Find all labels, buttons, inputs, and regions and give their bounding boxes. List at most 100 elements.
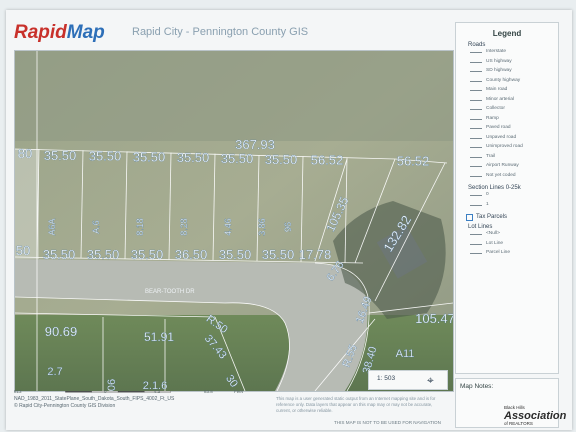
legend-road-item-0: Interstate [456, 48, 558, 58]
map-notes-title: Map Notes: [460, 383, 494, 390]
legend-road-item-4: Main road [456, 86, 558, 96]
legend-section-list: 01 [456, 191, 558, 210]
realtor-watermark: Black Hills Association of REALTORS [504, 404, 566, 428]
legend-road-item-swatch-icon [470, 166, 482, 167]
legend-road-item-label: Paved road [486, 125, 511, 130]
legend-tax-parcels[interactable]: Tax Parcels [466, 214, 558, 221]
copyright-text: © Rapid City-Pennington County GIS Divis… [14, 403, 116, 409]
legend-road-item-swatch-icon [470, 175, 482, 177]
legend-panel: Legend Roads Interstate US highway SD high… [455, 22, 559, 374]
legend-road-item-label: Collector [486, 106, 505, 111]
dim-bottom-3: 35.50 [131, 247, 164, 262]
legend-lot-item-2: Parcel Line [456, 249, 558, 259]
logo-red-text: Rapid [14, 22, 67, 43]
upper-field [15, 51, 453, 141]
legend-road-item-swatch-icon [470, 52, 482, 53]
dim-bottom-6: 35.50 [262, 247, 295, 262]
legend-section-item-1: 1 [456, 201, 558, 211]
scale-ratio: 1: 503 [377, 375, 396, 382]
legend-section-item-swatch-icon [470, 195, 482, 196]
logo-blue-text: Map [66, 22, 105, 43]
legend-section-item-label: 0 [486, 192, 489, 197]
legend-road-item-label: Not yet coded [486, 172, 516, 178]
navigation-warning: THIS MAP IS NOT TO BE USED FOR NAVIGATIO… [334, 420, 441, 425]
legend-road-item-label: Unpaved road [486, 134, 517, 140]
legend-road-item-11: Trail [456, 153, 558, 163]
legend-road-item-label: Trail [486, 153, 496, 159]
legend-section-item-label: 1 [486, 201, 489, 207]
page-subtitle: Rapid City - Pennington County GIS [132, 26, 309, 38]
legend-road-item-swatch-icon [470, 147, 482, 148]
dim-lower-2: A11 [396, 348, 415, 360]
dim-lower-0: 90.69 [45, 324, 78, 339]
legend-road-item-swatch-icon [470, 99, 482, 101]
legend-road-item-5: Minor arterial [456, 96, 558, 106]
dim-top-1: 35.50 [44, 148, 77, 163]
legend-lot-item-label: Lot Line [486, 240, 504, 246]
legend-road-item-10: Unimproved road [456, 143, 558, 153]
dim-bottom-5: 35.50 [219, 247, 252, 262]
lot-number-3: 8.28 [179, 218, 189, 236]
legend-lot-item-swatch-icon [470, 253, 482, 254]
dim-bottom-4: 36.50 [175, 247, 208, 262]
dim-top-3: 35.50 [133, 149, 166, 164]
legend-section-item-swatch-icon [470, 204, 482, 206]
legend-road-item-swatch-icon [470, 90, 482, 91]
legend-road-item-7: Ramp [456, 115, 558, 125]
lot-number-0: A6A [47, 218, 57, 235]
legend-road-item-swatch-icon [470, 109, 482, 110]
aerial-map[interactable]: 80 35.50 35.50 35.50 35.50 35.50 35.50 56.52 56.… [15, 51, 453, 391]
projection-text: NAD_1983_2011_StatePlane_South_Dakota_So… [14, 396, 175, 402]
legend-lot-item-label: <Null> [486, 231, 500, 236]
dim-top-2: 35.50 [89, 149, 122, 164]
footer-info: NAD_1983_2011_StatePlane_South_Dakota_So… [14, 394, 284, 410]
legend-lot-item-swatch-icon [470, 234, 482, 235]
rapidmap-logo[interactable]: RapidMap [14, 22, 105, 44]
dim-top-8: 56.52 [397, 153, 430, 168]
legend-road-item-9: Unpaved road [456, 134, 558, 144]
disclaimer-text: This map is a user generated static outp… [276, 396, 436, 413]
legend-lot-item-swatch-icon [470, 243, 482, 245]
legend-road-item-swatch-icon [470, 71, 482, 72]
tax-parcels-checkbox[interactable] [466, 214, 473, 221]
legend-section-item-0: 0 [456, 191, 558, 201]
dim-cul-4: 105.47 [415, 311, 453, 326]
lot-number-4: 4.46 [223, 218, 233, 236]
legend-road-item-6: Collector [456, 105, 558, 115]
dim-lower-3: 2.7 [47, 366, 62, 378]
legend-road-item-label: SD highway [486, 68, 512, 73]
lot-number-1: A.6 [91, 220, 101, 234]
lot-number-6: 96 [283, 222, 293, 232]
legend-road-item-label: County highway [486, 77, 521, 83]
dim-lower-1: 51.91 [144, 330, 174, 344]
legend-title: Legend [492, 29, 522, 38]
lot-number-2: 8.18 [135, 218, 145, 236]
dim-top-6: 35.50 [265, 152, 298, 167]
dim-bottom-7: 17.78 [299, 247, 332, 262]
header: RapidMap Rapid City - Pennington County … [14, 18, 454, 48]
dim-top-7: 56.52 [311, 153, 344, 168]
scale-indicator[interactable]: 1: 503 ⌖ [368, 370, 448, 390]
dim-upper-total: 367.93 [235, 137, 275, 152]
legend-lot-list: <Null> Lot Line Parcel Line [456, 230, 558, 259]
legend-road-item-8: Paved road [456, 124, 558, 134]
legend-road-item-2: SD highway [456, 67, 558, 77]
watermark-line2: Association [504, 410, 567, 422]
legend-road-item-12: Airport Runway [456, 162, 558, 172]
dim-top-5: 35.50 [221, 151, 254, 166]
north-arrow-icon: ⌖ [427, 373, 434, 387]
legend-lot-item-label: Parcel Line [486, 250, 510, 255]
legend-road-list: Interstate US highway SD highway County hig… [456, 48, 558, 181]
lot-number-5: 3.86 [257, 218, 267, 236]
map-view[interactable]: 80 35.50 35.50 35.50 35.50 35.50 35.50 56.52 56.… [14, 50, 454, 392]
dim-bottom-2: 35.50 [87, 247, 120, 262]
legend-road-item-3: County highway [456, 77, 558, 87]
legend-road-item-label: Main road [486, 87, 508, 92]
legend-road-item-label: Interstate [486, 49, 506, 54]
legend-road-item-swatch-icon [470, 128, 482, 129]
legend-road-item-13: Not yet coded [456, 172, 558, 182]
legend-lot-item-1: Lot Line [456, 240, 558, 250]
street-name-label: BEAR-TOOTH DR [145, 289, 195, 295]
legend-road-item-label: US highway [486, 58, 512, 64]
legend-road-item-1: US highway [456, 58, 558, 68]
